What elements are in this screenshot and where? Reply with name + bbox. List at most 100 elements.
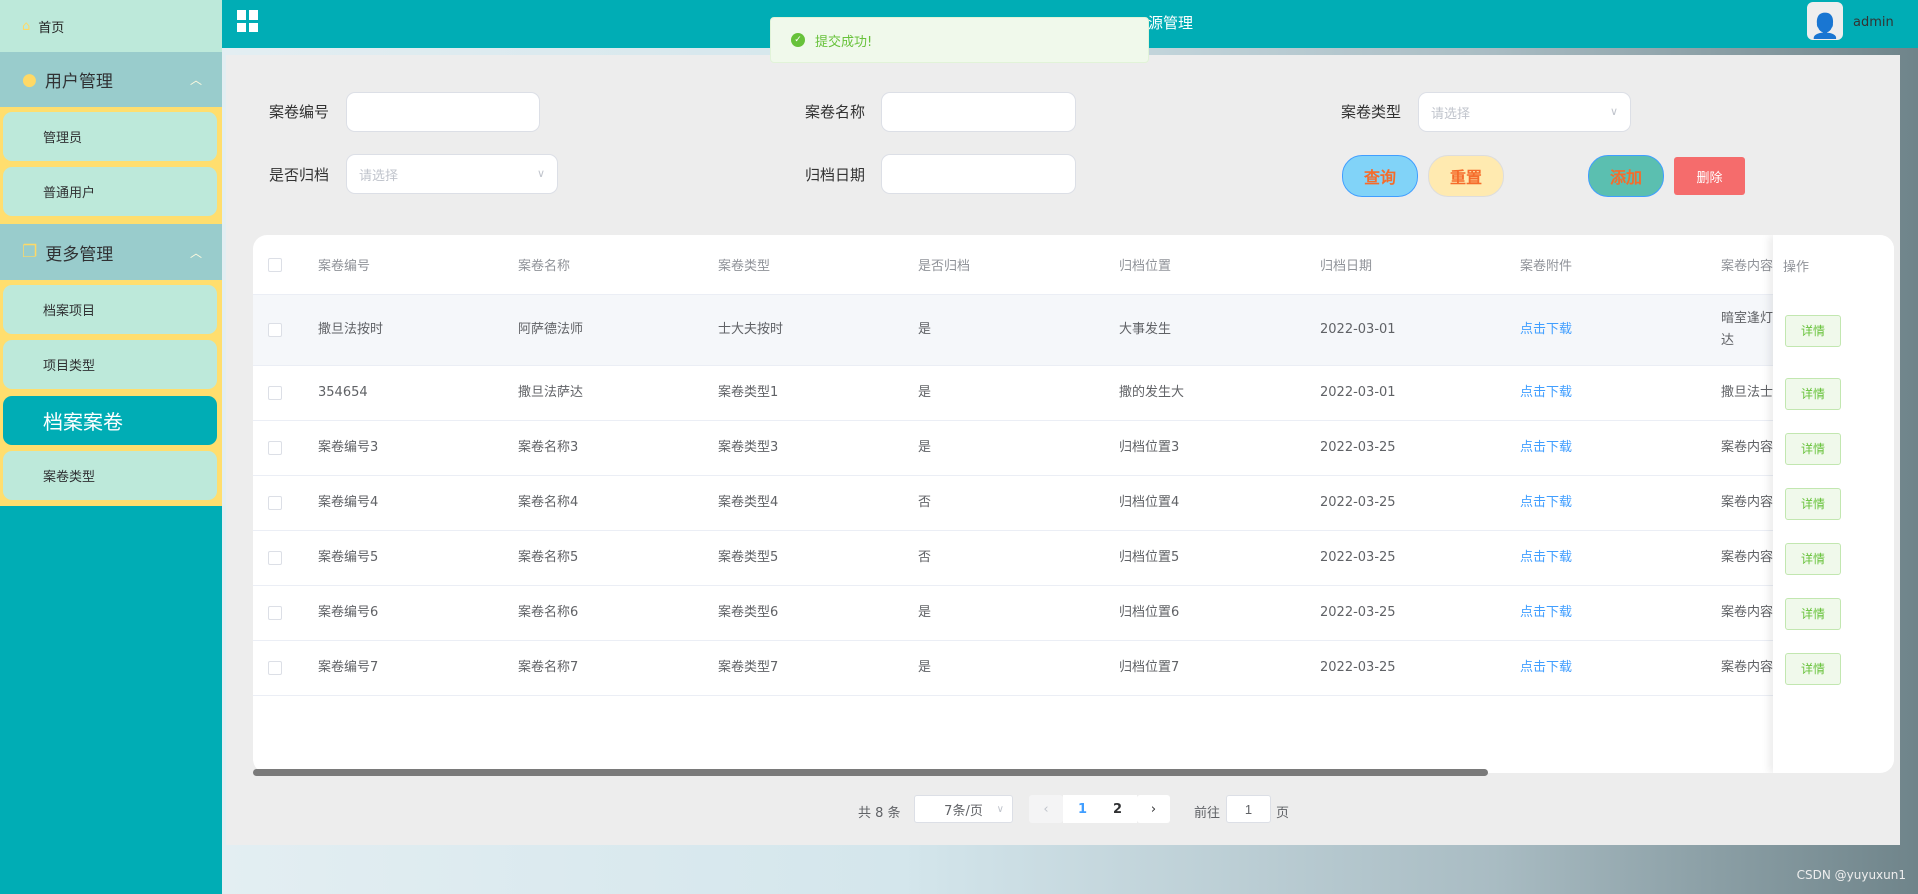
table-cell: 案卷类型1 bbox=[718, 385, 779, 400]
sidebar-item-volume-type[interactable]: 案卷类型 bbox=[3, 451, 217, 500]
sidebar-item-users[interactable]: 普通用户 bbox=[3, 167, 217, 216]
table-cell: 2022-03-25 bbox=[1320, 440, 1396, 455]
table-cell: 2022-03-25 bbox=[1320, 605, 1396, 620]
table-cell: 2022-03-25 bbox=[1320, 495, 1396, 510]
table-cell: 案卷编号5 bbox=[318, 550, 379, 565]
table-cell: 案卷类型3 bbox=[718, 440, 779, 455]
actions-column: 操作 详情 详情 详情 详情 详情 详情 详情 bbox=[1773, 235, 1894, 773]
volume-no-input[interactable] bbox=[346, 92, 540, 132]
table-cell: 案卷编号4 bbox=[318, 495, 379, 510]
row-checkbox[interactable] bbox=[268, 586, 282, 640]
chevron-up-icon: ︿ bbox=[189, 73, 202, 87]
download-link[interactable]: 点击下载 bbox=[1520, 531, 1572, 585]
label-volume-no: 案卷编号 bbox=[269, 103, 330, 121]
table-row[interactable]: 案卷编号6 案卷名称6 案卷类型6 是 归档位置6 2022-03-25 点击下载 案卷内容 bbox=[253, 586, 1894, 641]
download-link[interactable]: 点击下载 bbox=[1520, 421, 1572, 475]
table-cell: 归档位置4 bbox=[1119, 495, 1180, 510]
table-cell: 案卷名称4 bbox=[518, 495, 579, 510]
watermark: CSDN @yuyuxun1 bbox=[1796, 868, 1906, 882]
download-link[interactable]: 点击下载 bbox=[1520, 641, 1572, 695]
volume-type-select[interactable]: 请选择 ∨ bbox=[1418, 92, 1631, 132]
table-header-row: 案卷编号 案卷名称 案卷类型 是否归档 归档位置 归档日期 案卷附件 案卷内容 bbox=[253, 235, 1894, 295]
detail-button[interactable]: 详情 bbox=[1785, 377, 1841, 410]
table-cell: 是 bbox=[918, 385, 932, 400]
volume-name-input[interactable] bbox=[881, 92, 1076, 132]
row-checkbox[interactable] bbox=[268, 641, 282, 695]
table-cell: 2022-03-01 bbox=[1320, 385, 1396, 400]
table-cell: 暗室逢灯 达 bbox=[1721, 311, 1773, 348]
row-checkbox[interactable] bbox=[268, 366, 282, 420]
total-count: 共 8 条 bbox=[858, 806, 901, 821]
column-header: 操作 bbox=[1783, 259, 1810, 275]
table-cell: 否 bbox=[918, 495, 932, 510]
sidebar-item-archive-project[interactable]: 档案项目 bbox=[3, 285, 217, 334]
goto-page-input[interactable] bbox=[1226, 795, 1271, 823]
reset-button[interactable]: 重置 bbox=[1428, 155, 1504, 197]
query-button[interactable]: 查询 bbox=[1342, 155, 1418, 197]
detail-button[interactable]: 详情 bbox=[1785, 432, 1841, 465]
menu-group-more[interactable]: ❐ 更多管理 ︿ bbox=[0, 224, 222, 280]
sidebar-item-archive-volume[interactable]: 档案案卷 bbox=[3, 396, 217, 445]
archived-select[interactable]: 请选择 ∨ bbox=[346, 154, 558, 194]
table-cell: 撒的发生大 bbox=[1119, 385, 1185, 400]
download-link[interactable]: 点击下载 bbox=[1520, 476, 1572, 530]
row-checkbox[interactable] bbox=[268, 476, 282, 530]
download-link[interactable]: 点击下载 bbox=[1520, 295, 1572, 365]
column-header: 归档位置 bbox=[1119, 259, 1172, 274]
delete-button[interactable]: 删除 bbox=[1674, 157, 1745, 195]
menu-group-user[interactable]: ● 用户管理 ︿ bbox=[0, 52, 222, 107]
detail-button[interactable]: 详情 bbox=[1785, 314, 1841, 347]
sidebar-item-project-type[interactable]: 项目类型 bbox=[3, 340, 217, 389]
table-row[interactable]: 案卷编号4 案卷名称4 案卷类型4 否 归档位置4 2022-03-25 点击下载 案卷内容 bbox=[253, 476, 1894, 531]
detail-button[interactable]: 详情 bbox=[1785, 542, 1841, 575]
table-cell: 是 bbox=[918, 605, 932, 620]
row-checkbox[interactable] bbox=[268, 531, 282, 585]
submenu-user: 管理员 普通用户 bbox=[0, 107, 222, 224]
table-cell: 归档位置5 bbox=[1119, 550, 1180, 565]
add-button[interactable]: 添加 bbox=[1588, 155, 1664, 197]
table-cell: 案卷内容 bbox=[1721, 440, 1773, 455]
row-checkbox[interactable] bbox=[268, 295, 282, 365]
table-row[interactable]: 撒旦法按时 阿萨德法师 士大夫按时 是 大事发生 2022-03-01 点击下载 暗室逢灯 达 bbox=[253, 295, 1894, 366]
table-row[interactable]: 案卷编号7 案卷名称7 案卷类型7 是 归档位置7 2022-03-25 点击下载 案卷内容 bbox=[253, 641, 1894, 696]
row-checkbox[interactable] bbox=[268, 421, 282, 475]
table-cell: 案卷类型5 bbox=[718, 550, 779, 565]
label-archive-date: 归档日期 bbox=[805, 166, 866, 184]
table-cell: 案卷名称5 bbox=[518, 550, 579, 565]
user-icon: ● bbox=[22, 69, 37, 90]
home-icon: ⌂ bbox=[22, 18, 31, 34]
table-cell: 案卷类型7 bbox=[718, 660, 779, 675]
download-link[interactable]: 点击下载 bbox=[1520, 366, 1572, 420]
column-header: 案卷内容 bbox=[1721, 259, 1774, 274]
table-row[interactable]: 案卷编号5 案卷名称5 案卷类型5 否 归档位置5 2022-03-25 点击下载 案卷内容 bbox=[253, 531, 1894, 586]
chevron-right-icon: › bbox=[1150, 801, 1157, 817]
horizontal-scrollbar[interactable] bbox=[253, 769, 1488, 776]
detail-button[interactable]: 详情 bbox=[1785, 652, 1841, 685]
detail-button[interactable]: 详情 bbox=[1785, 597, 1841, 630]
table-cell: 是 bbox=[918, 440, 932, 455]
table-row[interactable]: 354654 撒旦法萨达 案卷类型1 是 撒的发生大 2022-03-01 点击下载 撒旦法士 bbox=[253, 366, 1894, 421]
sidebar-item-home[interactable]: ⌂ 首页 bbox=[0, 0, 222, 52]
page-2[interactable]: 2 bbox=[1113, 802, 1122, 817]
next-page-button[interactable]: › bbox=[1137, 795, 1170, 823]
chevron-down-icon: ∨ bbox=[996, 803, 1004, 815]
page-size-select[interactable]: 7条/页 ∨ bbox=[914, 795, 1013, 823]
column-header: 案卷编号 bbox=[318, 259, 371, 274]
page-1[interactable]: 1 bbox=[1078, 802, 1087, 817]
table-cell: 案卷内容 bbox=[1721, 495, 1773, 510]
table-cell: 归档位置6 bbox=[1119, 605, 1180, 620]
avatar[interactable]: 👤 bbox=[1807, 2, 1843, 40]
chevron-up-icon: ︿ bbox=[189, 245, 202, 260]
table-cell: 354654 bbox=[318, 385, 368, 400]
table-row[interactable]: 案卷编号3 案卷名称3 案卷类型3 是 归档位置3 2022-03-25 点击下载 案卷内容 bbox=[253, 421, 1894, 476]
username[interactable]: admin bbox=[1853, 15, 1894, 30]
table-cell: 案卷类型4 bbox=[718, 495, 779, 510]
table-cell: 案卷名称3 bbox=[518, 440, 579, 455]
select-all-checkbox[interactable] bbox=[268, 235, 282, 294]
archive-date-input[interactable] bbox=[881, 154, 1076, 194]
grid-menu-icon[interactable] bbox=[237, 10, 259, 32]
detail-button[interactable]: 详情 bbox=[1785, 487, 1841, 520]
download-link[interactable]: 点击下载 bbox=[1520, 586, 1572, 640]
sidebar-item-admin[interactable]: 管理员 bbox=[3, 112, 217, 161]
prev-page-button[interactable]: ‹ bbox=[1029, 795, 1063, 823]
